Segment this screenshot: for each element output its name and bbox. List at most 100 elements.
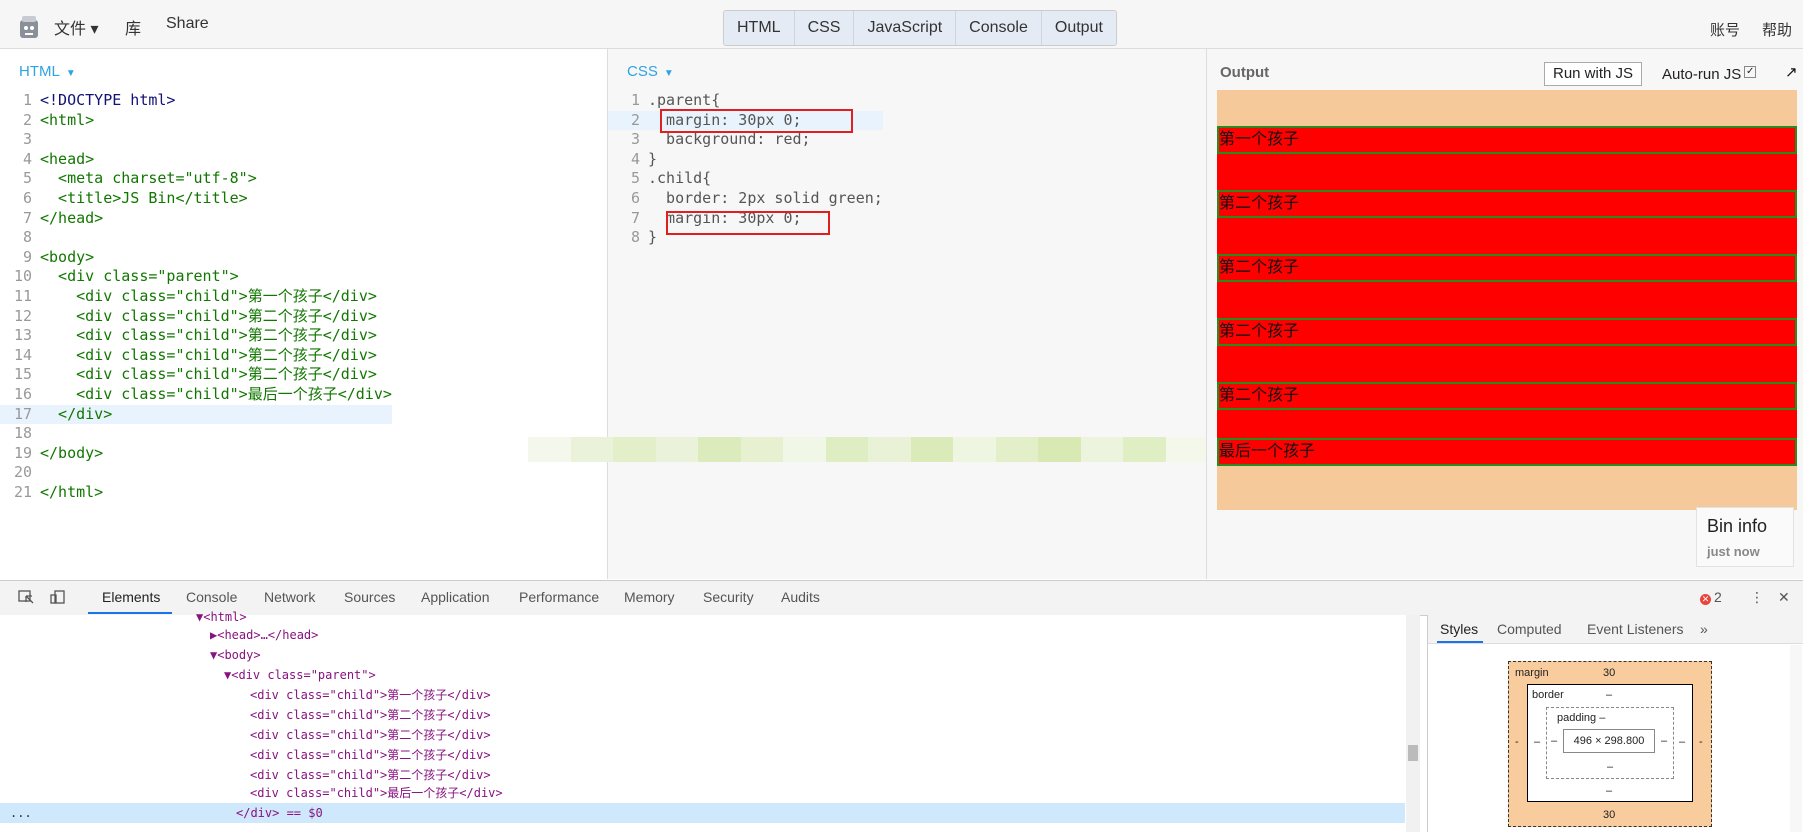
tab-styles[interactable]: Styles <box>1440 621 1478 637</box>
dom-node-text: ▼<div class="parent"> <box>224 668 376 682</box>
scrollbar-thumb[interactable] <box>1408 745 1418 761</box>
padding-right-value[interactable]: – <box>1661 735 1667 747</box>
line-number: 4 <box>630 149 640 168</box>
html-code[interactable]: 1 <!DOCTYPE html> 2 <html> 3 4 <head> 5 <me… <box>0 91 392 502</box>
tab-event-listeners[interactable]: Event Listeners <box>1587 621 1684 637</box>
bin-info-widget[interactable]: Bin info just now <box>1696 507 1794 567</box>
dom-node-child[interactable]: <div class="child">第二个孩子</div> <box>250 705 491 725</box>
dom-node-child[interactable]: <div class="child">第二个孩子</div> <box>250 745 491 765</box>
border-right-value[interactable]: – <box>1679 736 1685 748</box>
devtools-tab-sources[interactable]: Sources <box>344 589 395 605</box>
html-editor-panel[interactable]: HTML ▼ 1 <!DOCTYPE html> 2 <html> 3 4 <head>… <box>0 49 606 579</box>
autorun-label: Auto-run JS <box>1662 66 1742 83</box>
dom-node-text: <div class="child">第二个孩子</div> <box>250 748 491 762</box>
device-toolbar-icon[interactable] <box>50 590 66 604</box>
line-number: 21 <box>13 482 32 501</box>
dom-node-head[interactable]: ▶<head>…</head> <box>210 625 318 645</box>
line-number: 8 <box>22 228 32 247</box>
selected-node-highlight <box>0 803 1405 823</box>
line-number: 9 <box>22 247 32 266</box>
dom-node-parent-close[interactable]: </div> == $0 <box>236 803 323 823</box>
devtools-tab-audits[interactable]: Audits <box>781 589 820 605</box>
error-counter[interactable]: ✕ 2 <box>1700 589 1722 605</box>
tab-output[interactable]: Output <box>1041 11 1116 45</box>
dom-node-parent[interactable]: ▼<div class="parent"> <box>224 665 376 685</box>
popout-icon[interactable]: ↗ <box>1785 63 1798 81</box>
dom-node-html[interactable]: ▼<html> <box>196 607 247 627</box>
padding-left-value[interactable]: – <box>1551 735 1557 747</box>
devtools-tab-elements[interactable]: Elements <box>102 589 160 605</box>
tab-html[interactable]: HTML <box>724 11 795 45</box>
autorun-checkbox[interactable]: ✓ <box>1744 66 1757 78</box>
code-line: 4} <box>608 150 883 170</box>
css-editor-panel[interactable]: CSS ▼ 1 .parent{ 2 margin: 30px 0; 3 backg… <box>607 49 1206 579</box>
margin-bottom-value[interactable]: 30 <box>1603 809 1615 821</box>
devtools-tab-memory[interactable]: Memory <box>624 589 675 605</box>
selected-node-ellipsis[interactable]: ... <box>10 803 32 823</box>
padding-label: padding – <box>1557 712 1606 724</box>
code-line: 3 <box>0 130 392 150</box>
margin-top-value[interactable]: 30 <box>1603 667 1615 679</box>
dom-node-text: <div class="child">最后一个孩子</div> <box>250 786 503 800</box>
share-menu[interactable]: Share <box>166 15 209 33</box>
box-model-margin[interactable]: margin 30 30 - - border – – – – padding … <box>1508 661 1712 827</box>
inspect-element-icon[interactable] <box>18 590 34 604</box>
margin-right-value[interactable]: - <box>1699 736 1703 748</box>
line-number: 13 <box>13 326 32 345</box>
code-text: <!DOCTYPE html> <box>40 91 176 109</box>
dom-node-body[interactable]: ▼<body> <box>210 645 261 665</box>
code-line: 20 <box>0 463 392 483</box>
box-model-border[interactable]: border – – – – padding – – – – 496 × 298… <box>1527 684 1693 802</box>
autorun-toggle[interactable]: Auto-run JS ✓ <box>1662 66 1757 83</box>
dom-node-child[interactable]: <div class="child">最后一个孩子</div> <box>250 783 503 803</box>
devtools-tab-console[interactable]: Console <box>186 589 237 605</box>
code-text: .parent{ <box>648 91 721 109</box>
line-number: 10 <box>13 267 32 286</box>
dom-node-child[interactable]: <div class="child">第二个孩子</div> <box>250 765 491 785</box>
elements-tree[interactable]: ▼<html> ▶<head>…</head> ▼<body> ▼<div cl… <box>0 610 1420 832</box>
styles-tabs: Styles Computed Event Listeners » <box>1428 615 1803 644</box>
code-line: 11 <div class="child">第一个孩子</div> <box>0 287 392 307</box>
devtools-tab-performance[interactable]: Performance <box>519 589 599 605</box>
run-with-js-button[interactable]: Run with JS <box>1544 62 1643 86</box>
help-link[interactable]: 帮助 <box>1762 19 1792 40</box>
html-panel-label[interactable]: HTML ▼ <box>19 63 76 80</box>
tab-css[interactable]: CSS <box>794 11 855 45</box>
code-line: 5 <meta charset="utf-8"> <box>0 169 392 189</box>
line-number: 18 <box>13 424 32 443</box>
devtools-tab-security[interactable]: Security <box>703 589 754 605</box>
box-model-padding[interactable]: padding – – – – 496 × 298.800 <box>1546 707 1674 779</box>
elements-scrollbar[interactable] <box>1406 615 1420 832</box>
dom-node-child[interactable]: <div class="child">第一个孩子</div> <box>250 685 491 705</box>
code-text: } <box>648 228 658 247</box>
library-menu[interactable]: 库 <box>125 15 141 39</box>
tab-computed[interactable]: Computed <box>1497 621 1562 637</box>
dom-node-child[interactable]: <div class="child">第二个孩子</div> <box>250 725 491 745</box>
tab-console[interactable]: Console <box>956 11 1042 45</box>
css-panel-label[interactable]: CSS ▼ <box>627 63 674 80</box>
styles-scrollbar[interactable] <box>1790 645 1802 832</box>
error-icon: ✕ <box>1700 594 1711 605</box>
devtools-tab-network[interactable]: Network <box>264 589 315 605</box>
more-tabs-icon[interactable]: » <box>1700 621 1708 637</box>
jsbin-logo-icon[interactable] <box>18 14 40 40</box>
border-bottom-value[interactable]: – <box>1606 785 1612 797</box>
styles-pane: Styles Computed Event Listeners » margin… <box>1427 615 1803 832</box>
code-line: 9 <body> <box>0 248 392 268</box>
box-model-content-size[interactable]: 496 × 298.800 <box>1563 729 1655 753</box>
panel-tabs: HTML CSS JavaScript Console Output <box>723 10 1117 46</box>
border-left-value[interactable]: – <box>1534 736 1540 748</box>
devtools-tab-application[interactable]: Application <box>421 589 490 605</box>
tab-javascript[interactable]: JavaScript <box>854 11 957 45</box>
padding-bottom-value[interactable]: – <box>1607 761 1613 773</box>
close-icon[interactable]: ✕ <box>1778 589 1790 606</box>
code-line: 1 .parent{ <box>608 91 883 111</box>
dom-node-text: <div class="child">第一个孩子</div> <box>250 688 491 702</box>
code-text: <div class="child">第二个孩子</div> <box>40 306 377 325</box>
file-menu[interactable]: 文件 ▾ <box>54 15 98 39</box>
account-link[interactable]: 账号 <box>1710 19 1740 40</box>
more-options-icon[interactable]: ⋮ <box>1750 589 1764 606</box>
css-label-text: CSS <box>627 63 658 80</box>
margin-left-value[interactable]: - <box>1515 736 1519 748</box>
border-top-value[interactable]: – <box>1606 689 1612 701</box>
